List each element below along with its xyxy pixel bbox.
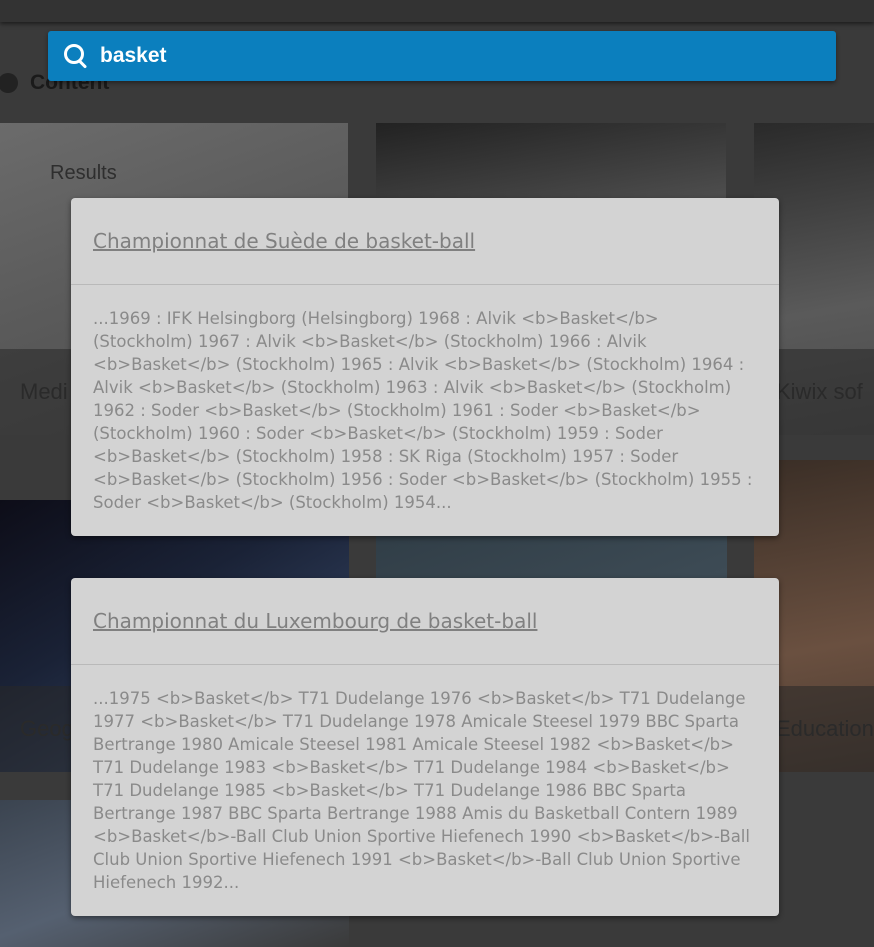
result-title-link[interactable]: Championnat de Suède de basket-ball	[71, 198, 779, 285]
search-bar	[48, 31, 836, 81]
top-app-bar	[0, 0, 874, 22]
search-result-card: Championnat de Suède de basket-ball ...1…	[71, 198, 779, 536]
result-title-link[interactable]: Championnat du Luxembourg de basket-ball	[71, 578, 779, 665]
result-snippet: ...1969 : IFK Helsingborg (Helsingborg) …	[93, 309, 753, 512]
search-input[interactable]	[100, 44, 800, 68]
globe-icon	[0, 73, 18, 93]
result-snippet: ...1975 <b>Basket</b> T71 Dudelange 1976…	[93, 689, 750, 892]
results-label: Results	[50, 162, 117, 184]
search-result-card: Championnat du Luxembourg de basket-ball…	[71, 578, 779, 916]
search-icon[interactable]	[60, 31, 100, 81]
